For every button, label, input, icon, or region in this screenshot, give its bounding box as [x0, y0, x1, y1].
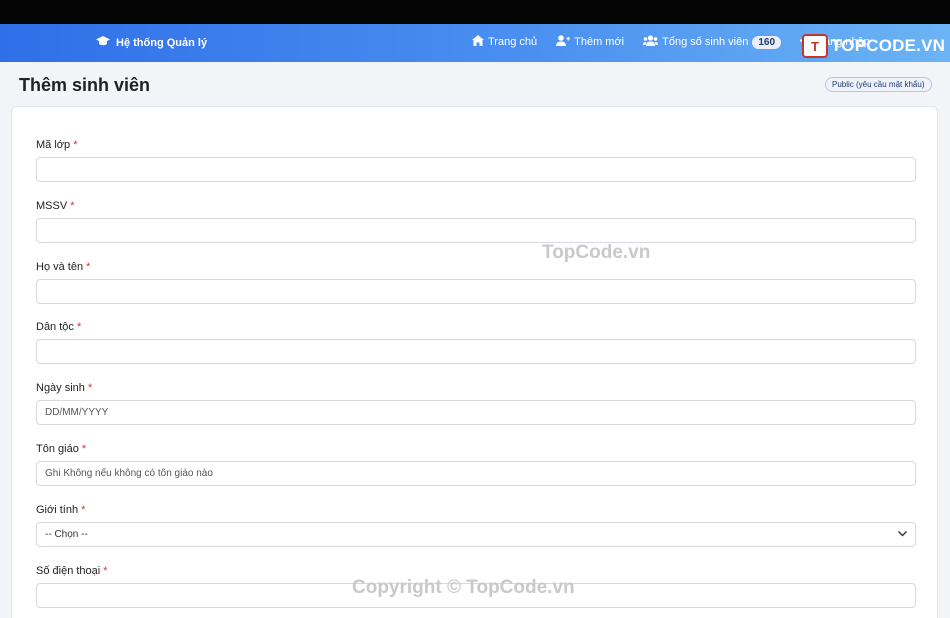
religion-input[interactable]: Ghi Không nếu không có tôn giáo nào	[36, 461, 916, 486]
logo-text: TOPCODE.VN	[831, 36, 946, 55]
access-badge: Public (yêu cầu mật khẩu)	[825, 77, 932, 92]
nav-home-label: Trang chủ	[488, 36, 538, 48]
user-plus-icon	[556, 35, 571, 49]
home-icon	[472, 35, 484, 49]
birth-date-input[interactable]: DD/MM/YYYY	[36, 400, 916, 425]
class-code-label: Mã lớp *	[36, 139, 78, 151]
users-icon	[643, 35, 659, 49]
top-black-strip	[0, 0, 950, 24]
logo-mark: T	[802, 34, 828, 58]
field-religion: Tôn giáo * Ghi Không nếu không có tôn gi…	[36, 443, 916, 486]
student-id-input[interactable]	[36, 218, 916, 243]
birth-date-label: Ngày sinh *	[36, 382, 93, 394]
nav-add-new-label: Thêm mới	[574, 36, 625, 48]
class-code-input[interactable]	[36, 157, 916, 182]
navbar: Hệ thống Quản lý Trang chủ Thêm mới Tổng…	[0, 24, 950, 62]
nav-add-new[interactable]: Thêm mới	[556, 35, 624, 49]
gender-label: Giới tính *	[36, 504, 86, 516]
watermark-center: TopCode.vn	[542, 242, 651, 263]
field-gender: Giới tính * -- Chọn --	[36, 504, 916, 547]
nav-total-students[interactable]: Tổng số sinh viên 160	[643, 35, 782, 49]
ethnicity-label: Dân tộc *	[36, 321, 82, 333]
topcode-logo: T TOPCODE.VN	[802, 34, 945, 58]
graduation-cap-icon	[96, 36, 110, 50]
phone-label: Số điện thoại *	[36, 565, 108, 577]
gender-select[interactable]: -- Chọn --	[36, 522, 916, 547]
field-birth-date: Ngày sinh * DD/MM/YYYY	[36, 382, 916, 425]
chevron-down-icon	[898, 529, 907, 540]
page-title: Thêm sinh viên	[19, 75, 151, 95]
field-ethnicity: Dân tộc *	[36, 321, 916, 364]
field-class-code: Mã lớp *	[36, 139, 916, 182]
gender-selected-value: -- Chọn --	[45, 529, 88, 540]
brand-label: Hệ thống Quản lý	[116, 37, 208, 49]
field-student-id: MSSV *	[36, 200, 916, 243]
student-count-badge: 160	[752, 35, 782, 49]
full-name-input[interactable]	[36, 279, 916, 304]
brand-link[interactable]: Hệ thống Quản lý	[96, 36, 207, 50]
religion-label: Tôn giáo *	[36, 443, 87, 455]
nav-total-students-label: Tổng số sinh viên	[662, 36, 749, 48]
student-form: Mã lớp * MSSV * Họ và tên * Dân tộc * Ng…	[11, 106, 938, 618]
ethnicity-input[interactable]	[36, 339, 916, 364]
full-name-label: Họ và tên *	[36, 261, 91, 273]
nav-home[interactable]: Trang chủ	[472, 35, 537, 49]
field-full-name: Họ và tên *	[36, 261, 916, 304]
watermark-bottom: Copyright © TopCode.vn	[352, 577, 575, 598]
student-id-label: MSSV *	[36, 200, 75, 212]
